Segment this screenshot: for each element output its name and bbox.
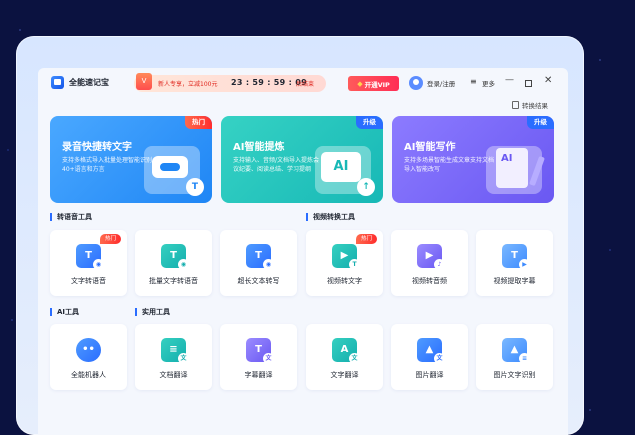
tile-image-ocr[interactable]: ▲ ≡ 图片文字识别 [476,324,553,390]
video-to-audio-icon: ▶ ♪ [417,244,445,270]
feature-title: AI智能写作 [404,142,456,153]
tile-text-translate[interactable]: A 文 文字翻译 [306,324,383,390]
pen-icon [529,155,545,187]
ai-doc: AI [496,148,528,188]
tile-label: 全能机器人 [71,371,106,379]
subtitle-translate-icon: T 文 [246,338,274,364]
tile-batch-text-to-speech[interactable]: T ◉ 批量文字转语音 [135,230,212,296]
feature-card-ai-writing[interactable]: 升级 AI智能写作 支持多场景智能生成文章支持文档导入智能改写 AI [392,116,554,203]
tile-text-to-speech[interactable]: 热门 T ◉ 文字转语音 [50,230,127,296]
text-badge-icon: T [186,178,204,196]
app-window: 全能速记宝 V 新人专享，立减100元 23 : 59 : 59 : 09 后结… [38,68,568,435]
long-text-icon: T ◉ [246,244,274,270]
feature-title: 录音快捷转文字 [62,142,132,153]
tile-label: 文字翻译 [330,371,359,379]
tile-long-text[interactable]: T ◉ 超长文本转写 [220,230,297,296]
convert-result-link[interactable]: 转换结果 [512,100,548,110]
promo-end-text: 后结束 [296,81,315,88]
hot-tag: 热门 [355,234,377,244]
open-vip-label: 开通VIP [364,80,390,89]
tile-video-to-text[interactable]: 热门 ▶ T 视频转文字 [306,230,383,296]
upload-badge-icon: ↑ [357,178,375,196]
promo-banner[interactable]: V 新人专享，立减100元 23 : 59 : 59 : 09 后结束 [134,73,326,92]
feature-desc: 支持多场景智能生成文章支持文档导入智能改写 [404,157,495,173]
tile-image-translate[interactable]: ▲ 文 图片翻译 [391,324,468,390]
title-bar: 全能速记宝 V 新人专享，立减100元 23 : 59 : 59 : 09 后结… [38,68,568,98]
tile-video-to-audio[interactable]: ▶ ♪ 视频转音频 [391,230,468,296]
tile-label: 批量文字转语音 [149,277,198,285]
tile-document-translate[interactable]: ≡ 文 文档翻译 [135,324,212,390]
tile-label: 图片文字识别 [493,371,536,379]
tile-label: 视频提取字幕 [493,277,536,285]
tile-label: 文字转语音 [71,277,106,285]
feature-card-ai-extract[interactable]: 升级 AI智能提炼 支持输入、音频/文档导入提炼会议纪要、阅读总结、学习提纲 A… [221,116,383,203]
app-title: 全能速记宝 [69,78,109,87]
feature-card-recording[interactable]: 热门 录音快捷转文字 支持多格式导入批量处理智能识别40+语言和方言 T [50,116,212,203]
section-ai-tools: AI工具 [50,308,79,316]
open-vip-button[interactable]: ◆ 开通VIP [348,76,399,91]
avatar[interactable] [409,76,423,90]
upgrade-tag: 升级 [527,116,554,129]
more-menu[interactable]: 更多 [482,78,495,88]
section-utility-tools: 实用工具 [135,308,170,316]
recorder-icon: T [144,146,204,196]
file-icon [512,101,519,109]
video-to-text-icon: ▶ T [332,244,360,270]
extract-subtitles-icon: T ▶ [502,244,530,270]
close-button[interactable]: ✕ [544,75,552,86]
app-logo-icon [51,76,64,89]
maximize-button[interactable] [525,80,532,87]
image-translate-icon: ▲ 文 [417,338,445,364]
upgrade-tag: 升级 [356,116,383,129]
minimize-button[interactable]: — [505,75,514,85]
diamond-icon: ◆ [357,79,363,88]
ai-screen-icon: AI ↑ [315,146,375,196]
tile-extract-subtitles[interactable]: T ▶ 视频提取字幕 [476,230,553,296]
document-translate-icon: ≡ 文 [161,338,189,364]
promo-text: 新人专享，立减100元 [158,81,218,88]
tile-label: 字幕翻译 [244,371,273,379]
menu-icon[interactable]: ≡ [470,78,477,86]
vip-crown-icon: V [136,73,152,90]
tile-label: 超长文本转写 [237,277,280,285]
tile-ai-robot[interactable]: •• 全能机器人 [50,324,127,390]
tile-label: 文档翻译 [159,371,188,379]
ai-document-icon: AI [486,146,545,194]
feature-title: AI智能提炼 [233,142,285,153]
batch-tts-icon: T ◉ [161,244,189,270]
tile-label: 图片翻译 [415,371,444,379]
text-to-speech-icon: T ◉ [76,244,104,270]
text-translate-icon: A 文 [332,338,360,364]
convert-result-label: 转换结果 [522,102,548,110]
feature-desc: 支持多格式导入批量处理智能识别40+语言和方言 [62,157,153,173]
feature-desc: 支持输入、音频/文档导入提炼会议纪要、阅读总结、学习提纲 [233,157,320,173]
hot-tag: 热门 [185,116,212,129]
hot-tag: 热门 [99,234,121,244]
section-video-tools: 视频转换工具 [306,213,355,221]
robot-icon: •• [76,338,101,362]
tile-subtitle-translate[interactable]: T 文 字幕翻译 [220,324,297,390]
section-speech-tools: 转语音工具 [50,213,92,221]
tile-label: 视频转文字 [327,277,362,285]
image-ocr-icon: ▲ ≡ [502,338,530,364]
tile-label: 视频转音频 [412,277,447,285]
login-register-link[interactable]: 登录/注册 [427,78,455,88]
ai-screen: AI [321,152,361,182]
